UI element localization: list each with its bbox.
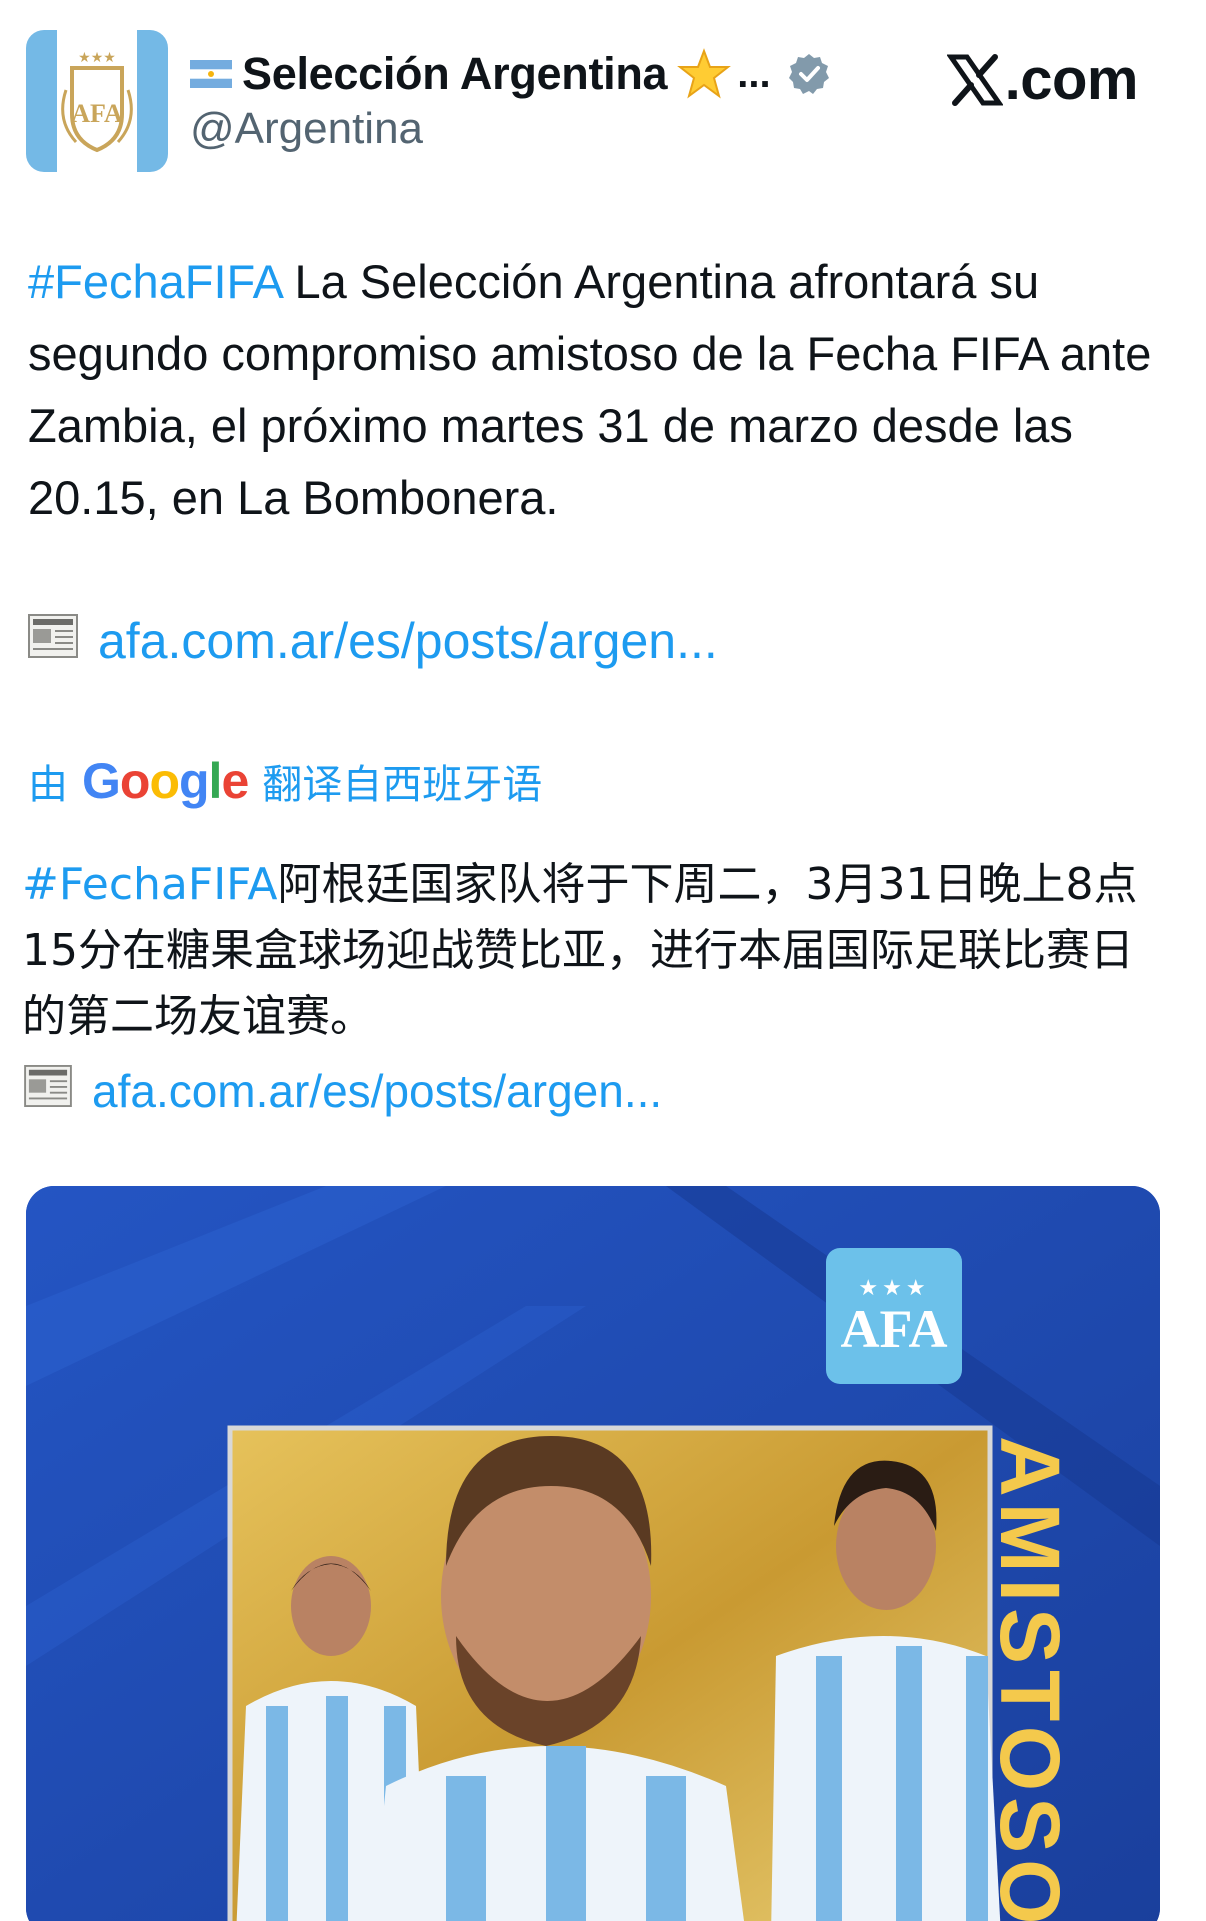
afa-crest-icon: ★★★ AFA — [61, 50, 133, 153]
hashtag-link[interactable]: #FechaFIFA — [28, 255, 281, 308]
badge-afa-text: AFA — [840, 1298, 948, 1359]
google-logo: Google — [82, 753, 249, 809]
verified-badge-icon — [787, 52, 831, 96]
tweet-page: ★★★ AFA Selección Argentina ... @Argenti… — [0, 0, 1206, 1921]
profile-avatar[interactable]: ★★★ AFA — [26, 30, 168, 172]
newspaper-icon — [28, 612, 78, 670]
poster-vertical-word: AMISTOSO — [983, 1436, 1077, 1921]
tweet-media-image[interactable]: ★★★ AFA AMISTOSO — [26, 1186, 1160, 1921]
svg-text:AFA: AFA — [71, 99, 123, 128]
translated-text: #FechaFIFA阿根廷国家队将于下周二，3月31日晚上8点15分在糖果盒球场… — [22, 852, 1172, 1050]
svg-text:★★★: ★★★ — [78, 50, 116, 66]
argentina-flag-icon — [190, 60, 232, 88]
translated-article-link[interactable]: afa.com.ar/es/posts/argen... — [92, 1064, 662, 1118]
tweet-text: #FechaFIFA La Selección Argentina afront… — [28, 246, 1178, 534]
author-name-row[interactable]: Selección Argentina ... — [190, 44, 831, 104]
site-label: .com — [1004, 47, 1139, 112]
author-handle[interactable]: @Argentina — [190, 104, 423, 154]
x-com-logo: .com — [946, 46, 1139, 113]
newspaper-icon — [24, 1064, 72, 1118]
display-name[interactable]: Selección Argentina — [242, 48, 668, 100]
afa-logo-badge: ★★★ AFA — [826, 1248, 962, 1384]
badge-stars: ★★★ — [858, 1275, 930, 1301]
name-ellipsis: ... — [737, 51, 771, 96]
x-logo-icon — [946, 53, 1003, 106]
translated-hashtag-link[interactable]: #FechaFIFA — [22, 859, 278, 910]
translated-by-label: 由 — [28, 763, 68, 807]
translation-attribution[interactable]: 由 Google 翻译自西班牙语 — [28, 752, 542, 810]
article-link[interactable]: afa.com.ar/es/posts/argen... — [98, 612, 718, 670]
translated-from-label: 翻译自西班牙语 — [262, 763, 543, 807]
article-link-row[interactable]: afa.com.ar/es/posts/argen... — [28, 612, 718, 670]
translated-article-link-row[interactable]: afa.com.ar/es/posts/argen... — [24, 1064, 662, 1118]
star-emoji-icon — [677, 48, 732, 100]
